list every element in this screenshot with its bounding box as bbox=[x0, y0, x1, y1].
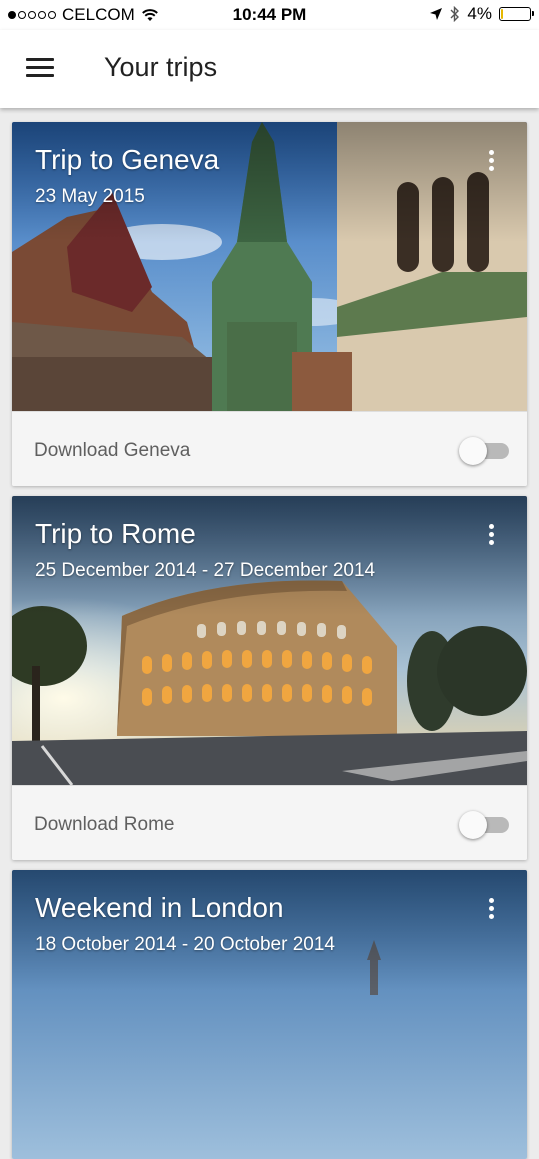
page-title: Your trips bbox=[104, 52, 218, 82]
battery-icon bbox=[499, 7, 534, 21]
more-options-icon[interactable] bbox=[485, 148, 497, 176]
status-right: 4% bbox=[429, 4, 534, 24]
app-bar: Your trips bbox=[0, 30, 539, 108]
more-options-icon[interactable] bbox=[485, 522, 497, 550]
trip-dates: 23 May 2015 bbox=[35, 186, 145, 207]
trip-dates: 25 December 2014 - 27 December 2014 bbox=[35, 560, 376, 581]
more-options-icon[interactable] bbox=[485, 896, 497, 924]
trip-cover-image[interactable]: Weekend in London 18 October 2014 - 20 O… bbox=[12, 870, 527, 1159]
download-label: Download Geneva bbox=[34, 440, 191, 461]
trip-cover-image[interactable]: Trip to Geneva 23 May 2015 bbox=[12, 122, 527, 411]
download-row: Download Rome bbox=[12, 785, 527, 860]
trip-card-geneva[interactable]: Trip to Geneva 23 May 2015 Download Gene… bbox=[12, 122, 527, 486]
download-toggle[interactable] bbox=[459, 811, 509, 839]
hamburger-menu-icon[interactable] bbox=[26, 58, 54, 78]
trip-cover-image[interactable]: Trip to Rome 25 December 2014 - 27 Decem… bbox=[12, 496, 527, 785]
trip-card-rome[interactable]: Trip to Rome 25 December 2014 - 27 Decem… bbox=[12, 496, 527, 860]
trip-dates: 18 October 2014 - 20 October 2014 bbox=[35, 934, 335, 955]
battery-percent: 4% bbox=[467, 4, 492, 23]
trip-title: Trip to Geneva bbox=[35, 144, 220, 175]
download-row: Download Geneva bbox=[12, 411, 527, 486]
trip-card-london[interactable]: Weekend in London 18 October 2014 - 20 O… bbox=[12, 870, 527, 1159]
bluetooth-icon bbox=[450, 6, 460, 22]
trip-title: Weekend in London bbox=[35, 892, 284, 923]
location-arrow-icon bbox=[430, 8, 443, 20]
trip-title: Trip to Rome bbox=[35, 518, 196, 549]
status-bar: CELCOM 10:44 PM 4% bbox=[0, 0, 539, 30]
download-toggle[interactable] bbox=[459, 437, 509, 465]
download-label: Download Rome bbox=[34, 814, 175, 835]
